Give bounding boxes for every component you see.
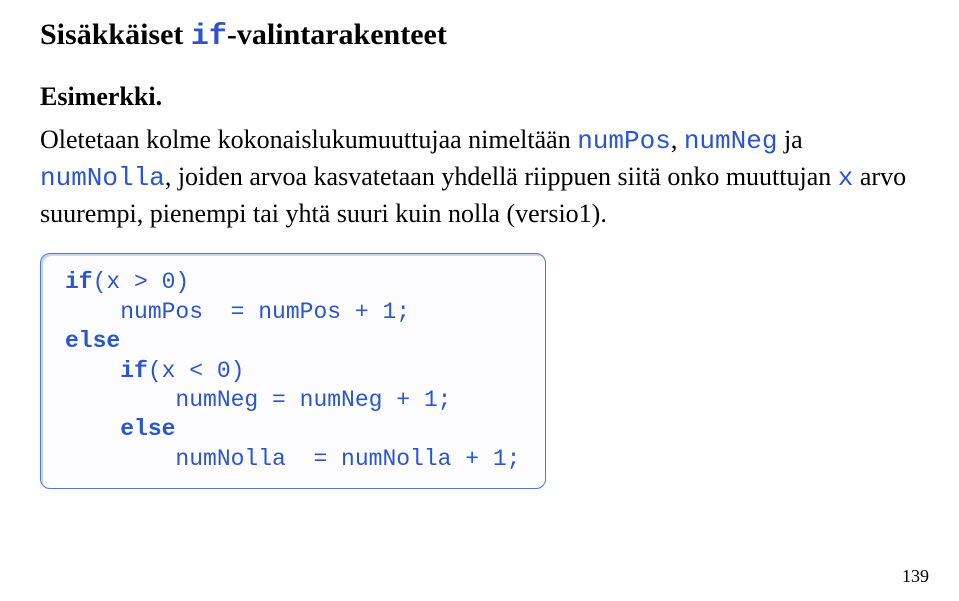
body-mid1: ja: [777, 125, 802, 154]
body-mono-3: numNolla: [40, 163, 165, 193]
code-l7: numNolla = numNolla + 1;: [65, 446, 520, 472]
code-block: if(x > 0) numPos = numPos + 1; else if(x…: [65, 268, 525, 474]
code-kw-else-2: else: [120, 416, 175, 442]
example-label: Esimerkki.: [40, 82, 919, 112]
body-part1: Oletetaan kolme kokonaislukumuuttujaa ni…: [40, 125, 577, 154]
code-l5: numNeg = numNeg + 1;: [65, 387, 451, 413]
code-kw-if-2: if: [120, 358, 148, 384]
code-l4-indent: [65, 358, 120, 384]
body-paragraph: Oletetaan kolme kokonaislukumuuttujaa ni…: [40, 122, 919, 231]
body-mono-2: numNeg: [684, 126, 778, 156]
body-mid2: , joiden arvoa kasvatetaan yhdellä riipp…: [165, 162, 838, 191]
title-text-2: -valintarakenteet: [227, 18, 447, 51]
code-l6-indent: [65, 416, 120, 442]
page-number: 139: [902, 566, 929, 587]
body-mono-1: numPos: [577, 126, 671, 156]
code-l4-rest: (x < 0): [148, 358, 245, 384]
title-mono: if: [191, 20, 227, 54]
body-mono-4: x: [838, 163, 854, 193]
code-l2: numPos = numPos + 1;: [65, 299, 410, 325]
code-kw-else-1: else: [65, 328, 120, 354]
code-box: if(x > 0) numPos = numPos + 1; else if(x…: [40, 253, 546, 489]
body-sep1: ,: [671, 125, 684, 154]
code-l1-rest: (x > 0): [93, 269, 190, 295]
code-kw-if-1: if: [65, 269, 93, 295]
title-text-1: Sisäkkäiset: [40, 18, 191, 51]
page-title: Sisäkkäiset if-valintarakenteet: [40, 18, 919, 54]
